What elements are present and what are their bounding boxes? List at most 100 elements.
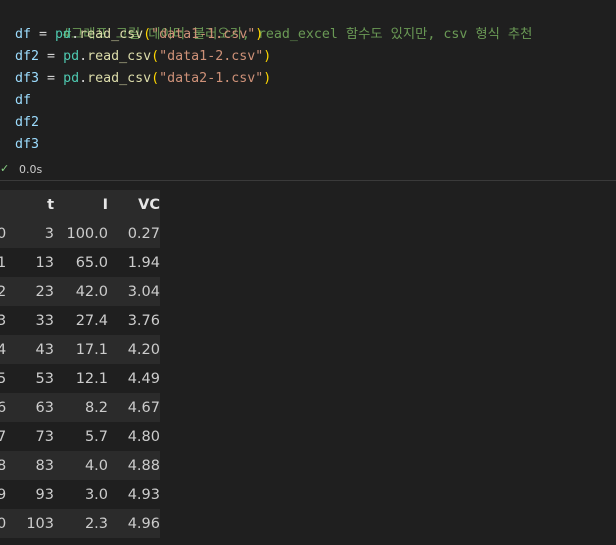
table-row: 7 73 5.7 4.80 [0,422,160,451]
row-index: 4 [0,335,14,364]
table-row: 0 103 2.3 4.96 [0,509,160,538]
code-operator: = [39,49,64,64]
code-paren-close: ) [263,71,272,86]
row-index: 3 [0,306,14,335]
table-row: 1 13 65.0 1.94 [0,248,160,277]
code-line-df3[interactable]: df3 [15,134,532,156]
index-header [0,190,14,219]
cell-vc: 4.93 [108,480,160,509]
code-string: "data1-2.csv" [159,49,264,64]
table-row: 4 43 17.1 4.20 [0,335,160,364]
column-header-vc: VC [108,190,160,219]
code-variable: df2 [15,115,40,130]
cell-t: 83 [14,451,54,480]
cell-t: 73 [14,422,54,451]
code-paren-close: ) [263,49,272,64]
code-module: pd [55,27,72,42]
cell-i: 27.4 [54,306,108,335]
code-variable: df3 [15,137,40,152]
row-index: 0 [0,509,14,538]
dataframe-table: t I VC 0 3 100.0 0.27 1 13 65.0 1.94 2 23 42.0 3.04… [0,190,160,538]
row-index: 2 [0,277,14,306]
table-body: 0 3 100.0 0.27 1 13 65.0 1.94 2 23 42.0 3.04 3 33 27.4… [0,219,160,538]
cell-vc: 0.27 [108,219,160,248]
code-dot: . [79,71,88,86]
cell-vc: 1.94 [108,248,160,277]
cell-i: 2.3 [54,509,108,538]
table-row: 2 23 42.0 3.04 [0,277,160,306]
cell-t: 63 [14,393,54,422]
table-row: 0 3 100.0 0.27 [0,219,160,248]
row-index: 7 [0,422,14,451]
table-header: t I VC [0,190,160,219]
row-index: 6 [0,393,14,422]
row-index: 1 [0,248,14,277]
cell-vc: 4.88 [108,451,160,480]
code-function: read_csv [87,49,152,64]
code-editor[interactable]: #그래프 그릴 데이터 불러오기, read_excel 함수도 있지만, cs… [15,2,532,156]
cell-i: 100.0 [54,219,108,248]
cell-i: 8.2 [54,393,108,422]
code-function: read_csv [79,27,144,42]
table-row: 3 33 27.4 3.76 [0,306,160,335]
cell-execution-status: ✓ 0.0s [0,160,616,180]
cell-vc: 3.76 [108,306,160,335]
table-row: 5 53 12.1 4.49 [0,364,160,393]
code-variable: df3 [15,71,40,86]
code-dot: . [79,49,88,64]
table-row: 6 63 8.2 4.67 [0,393,160,422]
row-index: 8 [0,451,14,480]
row-index: 5 [0,364,14,393]
cell-i: 42.0 [54,277,108,306]
row-index: 9 [0,480,14,509]
cell-t: 33 [14,306,54,335]
cell-i: 5.7 [54,422,108,451]
header-row: t I VC [0,190,160,219]
cell-output[interactable]: t I VC 0 3 100.0 0.27 1 13 65.0 1.94 2 23 42.0 3.04… [0,181,616,545]
code-paren-open: ( [143,27,152,42]
cell-t: 23 [14,277,54,306]
code-paren-open: ( [151,49,160,64]
cell-t: 53 [14,364,54,393]
cell-vc: 4.67 [108,393,160,422]
cell-i: 65.0 [54,248,108,277]
code-paren-close: ) [255,27,264,42]
check-icon: ✓ [0,162,10,175]
column-header-i: I [54,190,108,219]
code-line-read-df2[interactable]: df2 = pd.read_csv("data1-2.csv") [15,46,532,68]
code-dot: . [71,27,80,42]
cell-i: 4.0 [54,451,108,480]
code-paren-open: ( [151,71,160,86]
cell-vc: 4.96 [108,509,160,538]
code-string: "data2-1.csv" [159,71,264,86]
code-operator: = [31,27,56,42]
code-string: "data1-1.csv" [151,27,256,42]
cell-t: 103 [14,509,54,538]
cell-vc: 4.20 [108,335,160,364]
table-row: 8 83 4.0 4.88 [0,451,160,480]
column-header-t: t [14,190,54,219]
code-line-comment[interactable]: #그래프 그릴 데이터 불러오기, read_excel 함수도 있지만, cs… [15,2,532,42]
execution-time: 0.0s [19,163,43,176]
code-line-read-df3[interactable]: df3 = pd.read_csv("data2-1.csv") [15,68,532,90]
code-module: pd [63,49,80,64]
cell-t: 93 [14,480,54,509]
code-variable: df [15,93,32,108]
code-cell[interactable]: #그래프 그릴 데이터 불러오기, read_excel 함수도 있지만, cs… [0,0,616,158]
code-operator: = [39,71,64,86]
code-variable: df2 [15,49,40,64]
cell-t: 13 [14,248,54,277]
code-function: read_csv [87,71,152,86]
code-variable: df [15,27,32,42]
code-line-df[interactable]: df [15,90,532,112]
code-line-df2[interactable]: df2 [15,112,532,134]
cell-vc: 4.49 [108,364,160,393]
cell-i: 3.0 [54,480,108,509]
code-module: pd [63,71,80,86]
cell-t: 43 [14,335,54,364]
cell-i: 12.1 [54,364,108,393]
table-row: 9 93 3.0 4.93 [0,480,160,509]
cell-i: 17.1 [54,335,108,364]
cell-t: 3 [14,219,54,248]
cell-vc: 4.80 [108,422,160,451]
